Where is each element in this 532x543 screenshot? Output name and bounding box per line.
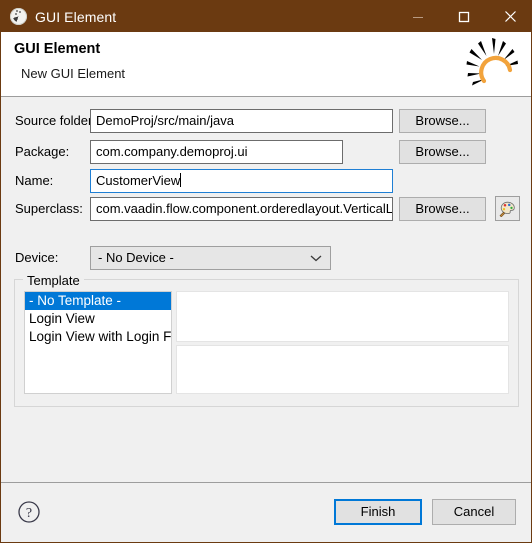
window-controls xyxy=(395,1,531,32)
template-preview-panel-bottom xyxy=(176,345,509,394)
package-input[interactable]: com.company.demoproj.ui xyxy=(90,140,343,164)
list-item[interactable]: Login View xyxy=(25,310,171,328)
list-item[interactable]: - No Template - xyxy=(25,292,171,310)
source-folder-browse-button[interactable]: Browse... xyxy=(399,109,486,133)
svg-text:?: ? xyxy=(26,506,32,521)
page-subtitle: New GUI Element xyxy=(21,66,126,81)
window-titlebar[interactable]: GUI Element xyxy=(1,1,531,32)
superclass-label: Superclass: xyxy=(15,201,83,216)
chevron-down-icon xyxy=(310,247,322,269)
help-question-icon[interactable]: ? xyxy=(17,500,41,524)
dialog-body: Source folder: DemoProj/src/main/java Br… xyxy=(1,97,531,482)
cancel-button[interactable]: Cancel xyxy=(432,499,516,525)
eclipse-wizard-icon xyxy=(10,8,27,25)
device-select[interactable]: - No Device - xyxy=(90,246,331,270)
page-title: GUI Element xyxy=(14,41,101,57)
template-group-label: Template xyxy=(23,273,84,288)
device-select-value: - No Device - xyxy=(98,250,174,265)
palette-icon xyxy=(499,201,515,217)
name-label: Name: xyxy=(15,173,54,188)
name-input[interactable]: CustomerView xyxy=(90,169,393,193)
close-icon[interactable] xyxy=(487,1,531,32)
eclipse-sun-rays-logo xyxy=(459,36,523,92)
wizard-header: GUI Element New GUI Element xyxy=(1,32,531,97)
name-input-value: CustomerView xyxy=(96,173,181,188)
minimize-icon[interactable] xyxy=(395,1,441,32)
package-browse-button[interactable]: Browse... xyxy=(399,140,486,164)
source-folder-input[interactable]: DemoProj/src/main/java xyxy=(90,109,393,133)
dialog-footer: ? Finish Cancel xyxy=(1,482,531,542)
maximize-icon[interactable] xyxy=(441,1,487,32)
palette-icon-button[interactable] xyxy=(495,196,520,221)
finish-button[interactable]: Finish xyxy=(334,499,422,525)
text-caret xyxy=(180,173,182,187)
window-title: GUI Element xyxy=(35,8,117,25)
device-label: Device: xyxy=(15,250,59,265)
package-label: Package: xyxy=(15,144,70,159)
superclass-browse-button[interactable]: Browse... xyxy=(399,197,486,221)
source-folder-label: Source folder: xyxy=(15,113,96,128)
superclass-input[interactable]: com.vaadin.flow.component.orderedlayout.… xyxy=(90,197,393,221)
template-preview-panel-top xyxy=(176,291,509,342)
new-gui-element-dialog: GUI Element GUI Element New GUI Element xyxy=(0,0,532,543)
template-list[interactable]: - No Template - Login View Login View wi… xyxy=(24,291,172,394)
list-item[interactable]: Login View with Login Form xyxy=(25,328,171,346)
